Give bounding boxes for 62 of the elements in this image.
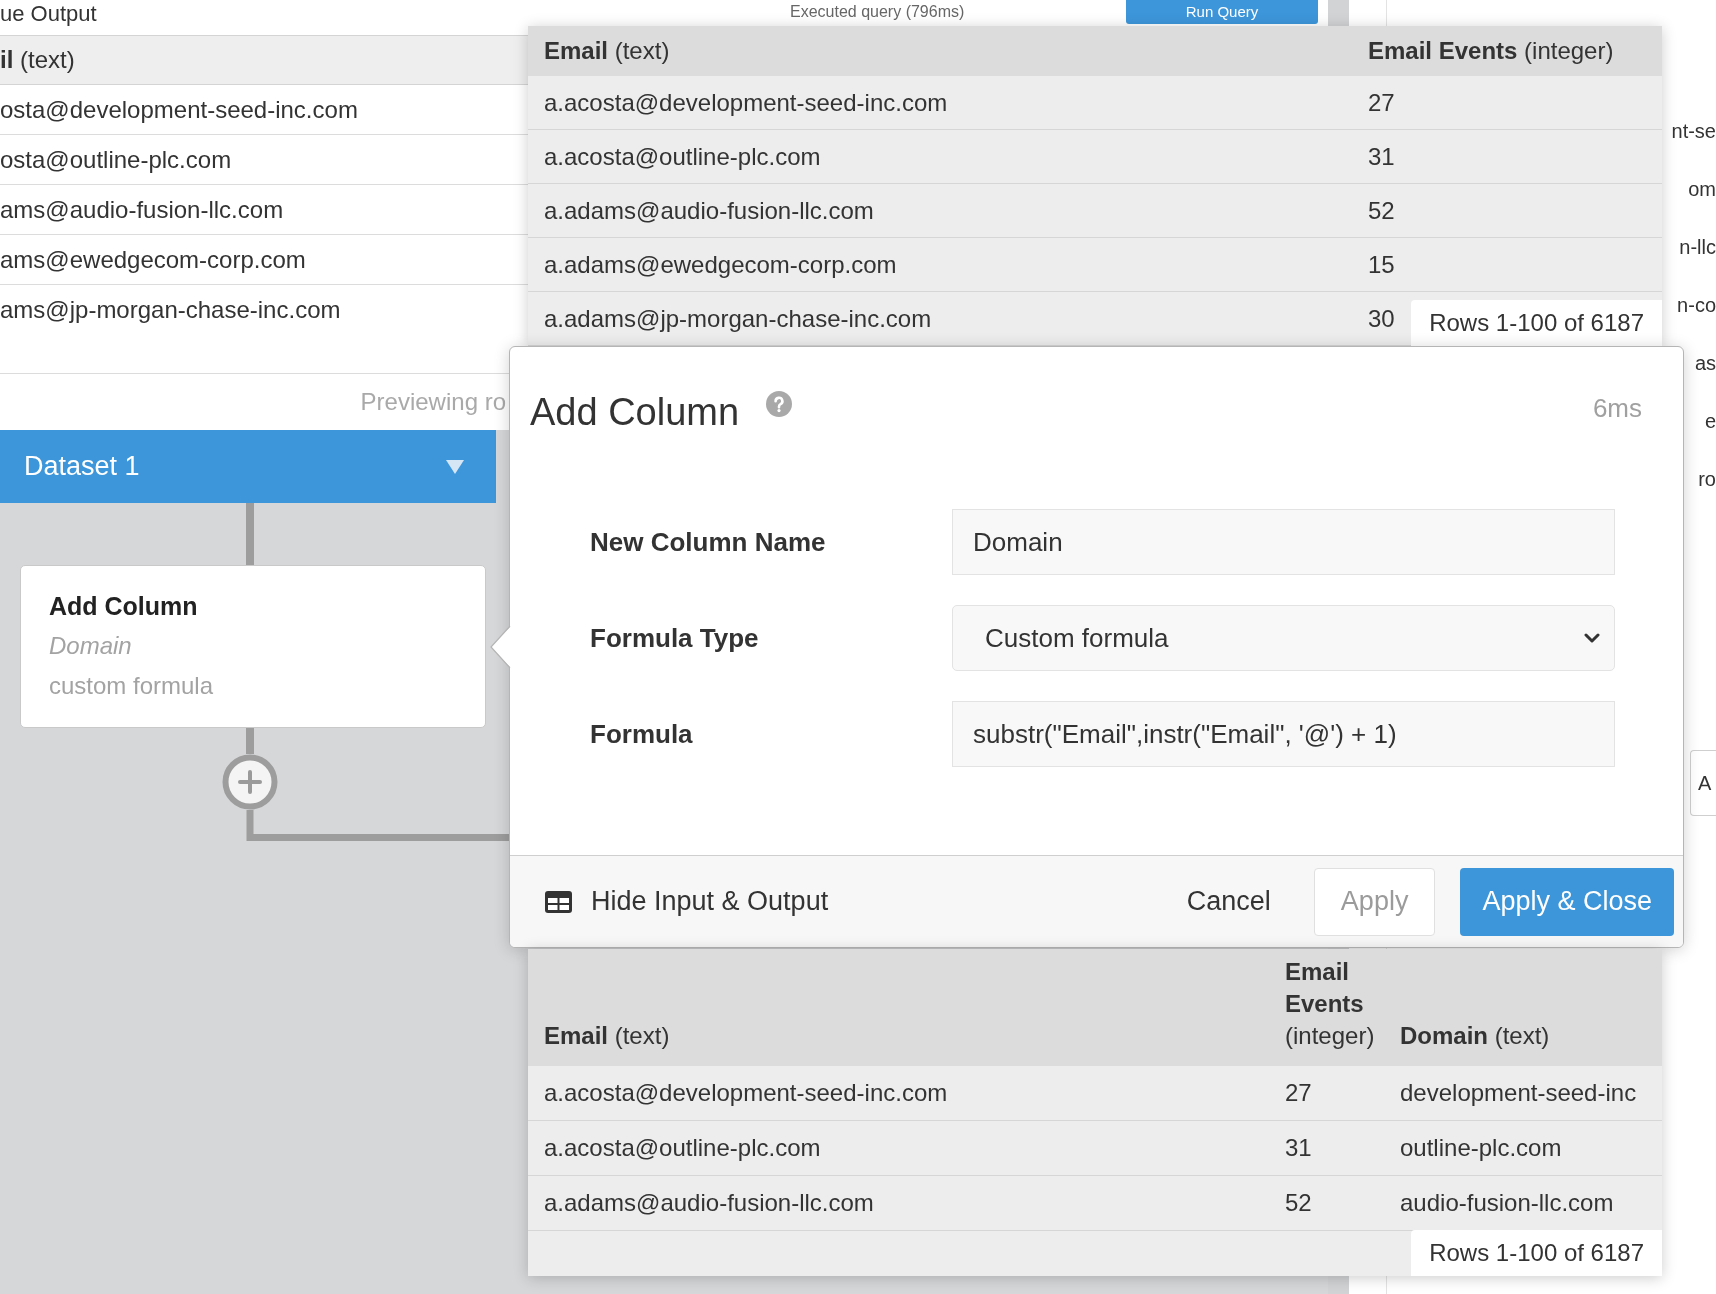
- table-cell: nt-se: [1671, 119, 1716, 143]
- step-formula-type: custom formula: [49, 671, 214, 701]
- table-cell: 31: [1368, 142, 1395, 170]
- plus-circle-icon[interactable]: [222, 754, 278, 810]
- column-header: Domain (text): [1400, 1021, 1550, 1051]
- step-column-name: Domain: [49, 631, 132, 661]
- table-cell: ams@audio-fusion-llc.com: [0, 197, 284, 222]
- panel-heading: ue Output: [0, 1, 97, 26]
- text-field[interactable]: substr("Email",instr("Email", '@') + 1): [952, 701, 1615, 767]
- field-label: Formula Type: [590, 622, 759, 653]
- table-cell: a.acosta@development-seed-inc.com: [544, 88, 948, 116]
- table-cell: a.adams@jp-morgan-chase-inc.com: [544, 304, 932, 332]
- table-cell: 27: [1368, 88, 1395, 116]
- table-cell: ro: [1698, 467, 1716, 491]
- preview-note: Previewing ro: [360, 387, 506, 417]
- cancel-button[interactable]: Cancel: [1184, 867, 1273, 936]
- caret-down-icon: [446, 459, 464, 474]
- row-count-badge: Rows 1-100 of 6187: [1411, 1230, 1662, 1276]
- table-cell: ams@ewedgecom-corp.com: [0, 247, 306, 272]
- column-header: Email (text): [544, 37, 670, 64]
- chevron-down-icon: [1584, 633, 1600, 643]
- table-cell: 31: [1285, 1134, 1312, 1161]
- table-icon: [545, 890, 572, 913]
- row-count-badge: Rows 1-100 of 6187: [1411, 300, 1662, 346]
- table-cell: n-co: [1677, 293, 1716, 317]
- table-cell: 15: [1368, 250, 1395, 278]
- field-label: Formula: [590, 718, 693, 749]
- column-header: Email (text): [544, 1021, 670, 1051]
- table-cell: osta@outline-plc.com: [0, 147, 232, 172]
- table-cell: ams@jp-morgan-chase-inc.com: [0, 298, 341, 322]
- table-cell: a.acosta@outline-plc.com: [544, 142, 821, 170]
- step-title: Add Column: [49, 591, 198, 622]
- table-cell: e: [1704, 409, 1716, 433]
- table-cell: development-seed-inc: [1400, 1079, 1637, 1106]
- timing-label: 6ms: [1592, 392, 1642, 424]
- column-header: il (text): [0, 45, 75, 75]
- table-cell: 52: [1285, 1189, 1312, 1216]
- dialog-title: Add Column: [530, 390, 740, 435]
- field-label: New Column Name: [590, 526, 826, 557]
- table-cell: audio-fusion-llc.com: [1400, 1189, 1614, 1216]
- text-field[interactable]: Domain: [952, 509, 1615, 575]
- table-cell: osta@development-seed-inc.com: [0, 97, 358, 122]
- table-cell: om: [1688, 177, 1716, 201]
- hide-input-output-button[interactable]: Hide Input & Output: [545, 881, 829, 922]
- table-cell: a.adams@audio-fusion-llc.com: [544, 1189, 874, 1216]
- query-status: Executed query (796ms): [790, 3, 965, 20]
- table-cell: a.acosta@development-seed-inc.com: [544, 1079, 948, 1106]
- table-cell: 30: [1368, 304, 1395, 332]
- column-header: Email Events (integer): [1368, 37, 1614, 64]
- table-cell: a.adams@ewedgecom-corp.com: [544, 250, 897, 278]
- table-cell: a.adams@audio-fusion-llc.com: [544, 196, 874, 224]
- select-field[interactable]: Custom formula: [952, 605, 1615, 671]
- step-card[interactable]: Add Column Domain custom formula: [20, 565, 486, 728]
- table-cell: 27: [1285, 1079, 1312, 1106]
- column-header: Email Events (integer): [1285, 957, 1376, 1051]
- table-cell: 52: [1368, 196, 1395, 224]
- table-cell: outline-plc.com: [1400, 1134, 1562, 1161]
- cut-off-button[interactable]: A: [1690, 750, 1716, 816]
- table-cell: as: [1694, 351, 1716, 375]
- table-cell: a.acosta@outline-plc.com: [544, 1134, 821, 1161]
- help-icon[interactable]: [766, 391, 793, 417]
- table-cell: n-llc: [1679, 235, 1716, 259]
